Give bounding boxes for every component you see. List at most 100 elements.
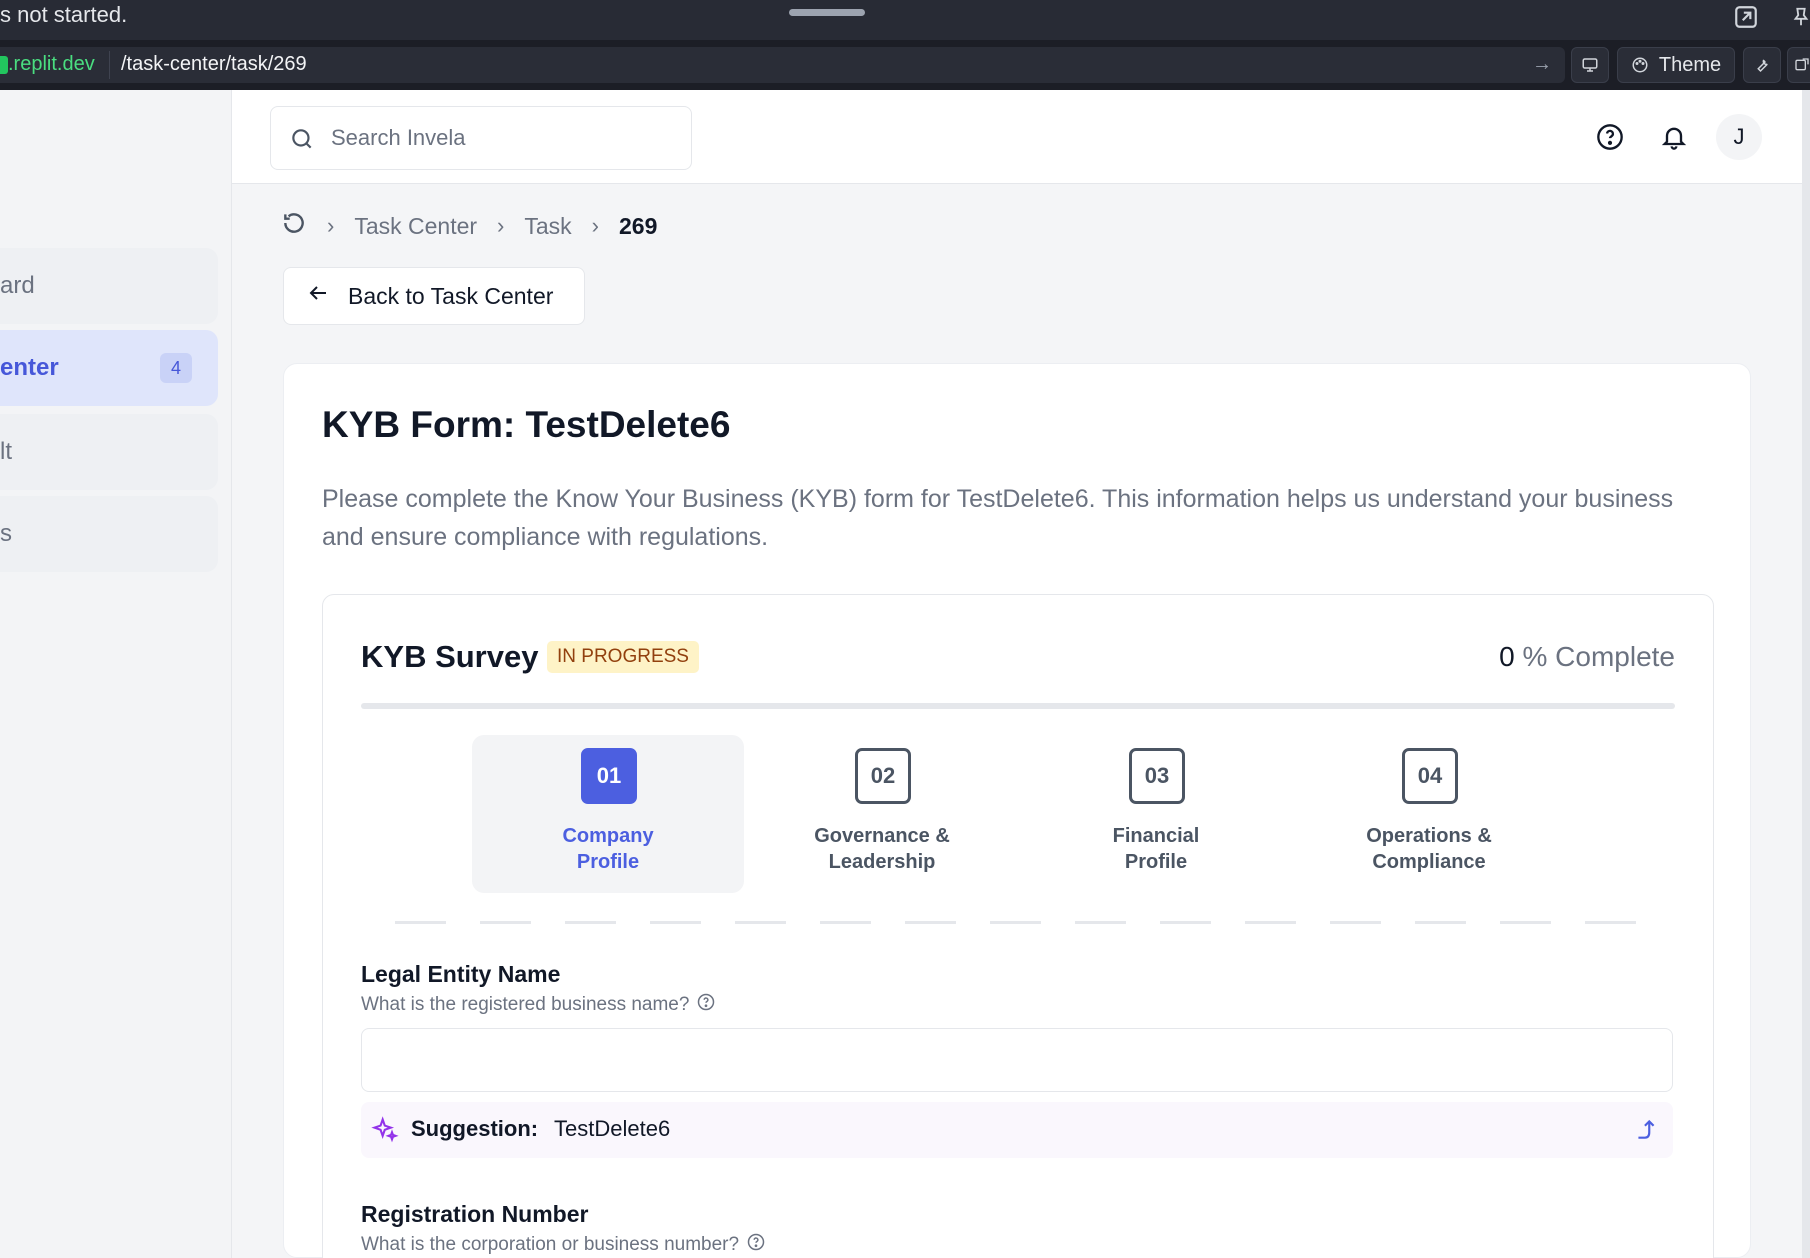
scrollbar-track[interactable]	[1802, 90, 1810, 1258]
sidebar-item-label: enter	[0, 354, 59, 381]
step-label-line: Profile	[576, 851, 640, 873]
step-number: 01	[581, 748, 637, 804]
status-text: s not started.	[0, 2, 128, 27]
question-dash	[1585, 921, 1636, 924]
step-operations-compliance[interactable]: 04 Operations & Compliance	[1293, 735, 1565, 893]
step-number: 03	[1129, 748, 1185, 804]
apply-suggestion-icon[interactable]	[1633, 1115, 1659, 1148]
step-label: Operations & Compliance	[1293, 823, 1565, 875]
sidebar: ard enter 4 lt s	[0, 90, 232, 1258]
chevron-right-icon: ›	[327, 213, 335, 238]
step-number: 04	[1402, 748, 1458, 804]
step-governance-leadership[interactable]: 02 Governance & Leadership	[746, 735, 1018, 893]
sidebar-item-label: s	[0, 520, 12, 547]
question-dash	[1245, 921, 1296, 924]
kyb-form-card: KYB Form: TestDelete6 Please complete th…	[283, 363, 1751, 1258]
step-label-line: Governance &	[814, 825, 950, 847]
task-count-badge: 4	[160, 353, 192, 383]
legal-entity-name-label: Legal Entity Name	[361, 961, 561, 987]
chevron-right-icon: ›	[591, 213, 599, 238]
question-circle-icon[interactable]	[747, 1233, 765, 1257]
legal-entity-name-input[interactable]	[361, 1028, 1673, 1092]
kyb-survey-panel: KYB Survey IN PROGRESS 0 % Complete 01 C…	[322, 594, 1714, 1258]
step-financial-profile[interactable]: 03 Financial Profile	[1020, 735, 1292, 893]
home-icon[interactable]	[281, 210, 307, 242]
registration-number-label: Registration Number	[361, 1201, 589, 1227]
breadcrumb-item-task[interactable]: Task	[524, 213, 571, 240]
url-bar: .replit.dev /task-center/task/269 → Them…	[0, 40, 1810, 90]
step-label-line: Profile	[1124, 851, 1188, 873]
question-dash	[1075, 921, 1126, 924]
theme-label: Theme	[1658, 53, 1722, 76]
question-circle-icon[interactable]	[697, 993, 715, 1017]
sidebar-item-dashboard[interactable]: ard	[0, 248, 218, 324]
sidebar-item-label: ard	[0, 272, 35, 299]
progress-percent: 0 % Complete	[1499, 641, 1675, 673]
url-domain: .replit.dev	[8, 53, 95, 75]
url-path: /task-center/task/269	[121, 53, 307, 75]
sidebar-item-label: lt	[0, 438, 12, 465]
theme-button[interactable]: Theme	[1617, 47, 1735, 83]
question-dash	[990, 921, 1041, 924]
registration-number-help: What is the corporation or business numb…	[361, 1233, 765, 1257]
question-dash	[650, 921, 701, 924]
question-dash	[480, 921, 531, 924]
breadcrumb: › Task Center › Task › 269	[281, 210, 657, 242]
question-dash	[1500, 921, 1551, 924]
devices-button[interactable]	[1571, 47, 1609, 83]
step-label: Financial Profile	[1020, 823, 1292, 875]
step-company-profile[interactable]: 01 Company Profile	[472, 735, 744, 893]
help-icon[interactable]	[1587, 114, 1633, 160]
external-link-icon	[1795, 58, 1809, 71]
avatar[interactable]: J	[1716, 114, 1762, 160]
go-arrow-icon[interactable]: →	[1532, 53, 1552, 76]
lock-icon	[0, 56, 8, 74]
question-dash	[820, 921, 871, 924]
pin-icon[interactable]	[1790, 4, 1810, 32]
step-label: Governance & Leadership	[746, 823, 1018, 875]
help-text: What is the registered business name?	[361, 994, 690, 1015]
bell-icon[interactable]	[1651, 114, 1697, 160]
suggestion-label: Suggestion:	[411, 1116, 539, 1141]
chevron-right-icon: ›	[497, 213, 505, 238]
percent-value: 0	[1499, 641, 1515, 672]
sparkle-icon	[371, 1116, 399, 1149]
question-dash	[565, 921, 616, 924]
step-label-line: Company	[562, 825, 654, 847]
url-field[interactable]: .replit.dev /task-center/task/269 →	[0, 47, 1565, 83]
search-input[interactable]: Search Invela	[270, 106, 692, 170]
legal-entity-name-help: What is the registered business name?	[361, 993, 715, 1017]
sidebar-item-task-center[interactable]: enter 4	[0, 330, 218, 406]
progress-bar	[361, 703, 1675, 709]
drag-handle[interactable]	[789, 9, 865, 16]
question-dash	[735, 921, 786, 924]
suggestion-value: TestDelete6	[554, 1116, 671, 1141]
form-description: Please complete the Know Your Business (…	[322, 485, 1674, 551]
breadcrumb-item-task-center[interactable]: Task Center	[354, 213, 477, 240]
search-icon	[289, 126, 315, 157]
sidebar-item-vault[interactable]: lt	[0, 414, 218, 490]
palette-icon	[1632, 57, 1648, 73]
step-label-line: Financial	[1112, 825, 1200, 847]
page-title: KYB Form: TestDelete6	[322, 404, 731, 445]
back-to-task-center-button[interactable]: Back to Task Center	[283, 267, 585, 325]
question-dash	[905, 921, 956, 924]
status-badge: IN PROGRESS	[547, 641, 699, 673]
question-dash	[1330, 921, 1381, 924]
status-bar: s not started.	[0, 0, 1810, 40]
question-dash	[1160, 921, 1211, 924]
tools-button[interactable]	[1743, 47, 1781, 83]
url-divider	[109, 51, 110, 79]
new-tab-button[interactable]	[1787, 47, 1810, 83]
arrow-left-icon	[306, 281, 330, 311]
step-label-line: Compliance	[1372, 851, 1486, 873]
step-label: Company Profile	[472, 823, 744, 875]
step-label-line: Operations &	[1366, 825, 1492, 847]
back-button-label: Back to Task Center	[348, 282, 554, 309]
breadcrumb-current: 269	[619, 212, 658, 239]
step-label-line: Leadership	[828, 851, 936, 873]
suggestion-row[interactable]: Suggestion: TestDelete6	[361, 1102, 1673, 1158]
sidebar-item-other[interactable]: s	[0, 496, 218, 572]
open-external-icon[interactable]	[1733, 4, 1761, 32]
question-dash	[1415, 921, 1466, 924]
